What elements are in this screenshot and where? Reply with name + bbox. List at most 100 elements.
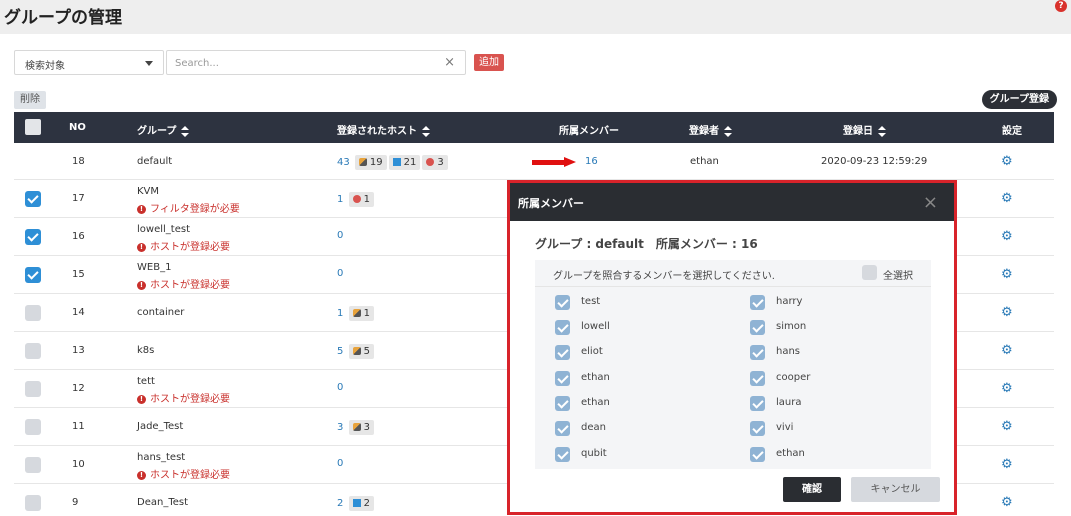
- row-host-count[interactable]: 2: [337, 498, 343, 509]
- row-host-count[interactable]: 3: [337, 422, 343, 433]
- row-group-name: Dean_Test: [137, 497, 189, 508]
- os-badge-count: 2: [363, 498, 370, 509]
- member-checkbox[interactable]: [750, 320, 765, 335]
- row-hosts: 1 1: [337, 192, 374, 207]
- add-button[interactable]: 追加: [474, 54, 504, 71]
- member-checkbox[interactable]: [750, 295, 765, 310]
- member-checkbox[interactable]: [750, 421, 765, 436]
- row-no: 18: [72, 156, 85, 167]
- member-name: eliot: [581, 346, 603, 357]
- member-checkbox[interactable]: [555, 320, 570, 335]
- member-checkbox[interactable]: [555, 421, 570, 436]
- row-checkbox[interactable]: [25, 267, 41, 283]
- close-icon[interactable]: ×: [923, 192, 938, 213]
- row-group-name: default: [137, 156, 173, 167]
- search-target-label: 検索対象: [25, 61, 65, 72]
- help-icon[interactable]: ?: [1055, 0, 1067, 12]
- row-checkbox[interactable]: [25, 191, 41, 207]
- row-checkbox[interactable]: [25, 305, 41, 321]
- gear-icon[interactable]: ⚙: [1001, 419, 1013, 434]
- row-warning-text: ホストが登録必要: [150, 280, 230, 291]
- col-group-label: グループ: [137, 126, 177, 137]
- gear-icon[interactable]: ⚙: [1001, 267, 1013, 282]
- member-checkbox[interactable]: [750, 396, 765, 411]
- members-modal: 所属メンバー × グループ : default 所属メンバー : 16 グループ…: [507, 180, 957, 515]
- register-group-button[interactable]: グループ登録: [981, 90, 1057, 109]
- sort-icon[interactable]: [181, 125, 190, 137]
- gear-icon[interactable]: ⚙: [1001, 343, 1013, 358]
- gear-icon[interactable]: ⚙: [1001, 495, 1013, 510]
- select-all-label: 全選択: [883, 271, 913, 282]
- select-all-members-checkbox[interactable]: [862, 265, 877, 280]
- row-host-count[interactable]: 0: [337, 268, 343, 279]
- col-date[interactable]: 登録日: [843, 122, 886, 137]
- row-host-count[interactable]: 1: [337, 308, 343, 319]
- select-all-checkbox[interactable]: [25, 119, 41, 135]
- os-badge: 1: [348, 192, 374, 207]
- col-registrant[interactable]: 登録者: [689, 122, 732, 137]
- search-target-select[interactable]: 検索対象: [14, 50, 164, 75]
- row-hosts: 5 5: [337, 344, 374, 359]
- error-icon: [426, 158, 435, 166]
- row-group-name: hans_test: [137, 452, 186, 463]
- confirm-button[interactable]: 確認: [783, 477, 841, 502]
- windows-icon: [352, 499, 361, 507]
- member-name: simon: [776, 321, 807, 332]
- member-name: vivi: [776, 422, 794, 433]
- gear-icon[interactable]: ⚙: [1001, 229, 1013, 244]
- member-checkbox[interactable]: [555, 396, 570, 411]
- member-list-instruction: グループを照合するメンバーを選択してください.: [553, 271, 775, 282]
- member-checkbox[interactable]: [750, 345, 765, 360]
- row-no: 10: [72, 459, 85, 470]
- clear-icon[interactable]: ×: [444, 55, 455, 70]
- member-name: harry: [776, 296, 803, 307]
- delete-button[interactable]: 削除: [14, 91, 46, 109]
- member-checkbox[interactable]: [750, 447, 765, 462]
- row-checkbox[interactable]: [25, 381, 41, 397]
- member-checkbox[interactable]: [750, 371, 765, 386]
- row-host-count[interactable]: 1: [337, 194, 343, 205]
- member-checkbox[interactable]: [555, 447, 570, 462]
- gear-icon[interactable]: ⚙: [1001, 191, 1013, 206]
- cancel-button[interactable]: キャンセル: [851, 477, 940, 502]
- row-group-name: Jade_Test: [137, 421, 184, 432]
- col-group[interactable]: グループ: [137, 122, 190, 137]
- row-members-link[interactable]: 16: [585, 156, 598, 167]
- row-checkbox[interactable]: [25, 495, 41, 511]
- sort-icon[interactable]: [422, 125, 430, 137]
- member-name: dean: [581, 422, 606, 433]
- row-no: 9: [72, 497, 79, 508]
- row-warning: ! ホストが登録必要: [137, 390, 230, 405]
- member-checkbox[interactable]: [555, 371, 570, 386]
- search-input[interactable]: [175, 56, 435, 70]
- os-badge: 21: [388, 155, 421, 170]
- row-host-count[interactable]: 0: [337, 458, 343, 469]
- os-badge-count: 19: [369, 157, 383, 168]
- col-no: NO: [69, 122, 86, 133]
- row-no: 12: [72, 383, 85, 394]
- modal-header: 所属メンバー ×: [510, 183, 954, 221]
- gear-icon[interactable]: ⚙: [1001, 154, 1013, 169]
- member-checkbox[interactable]: [555, 295, 570, 310]
- chevron-down-icon: [145, 61, 153, 66]
- row-checkbox[interactable]: [25, 419, 41, 435]
- member-name: hans: [776, 346, 801, 357]
- row-hosts: 3 3: [337, 420, 374, 435]
- gear-icon[interactable]: ⚙: [1001, 457, 1013, 472]
- member-checkbox[interactable]: [555, 345, 570, 360]
- col-hosts[interactable]: 登録されたホスト: [337, 122, 430, 137]
- row-host-count[interactable]: 0: [337, 382, 343, 393]
- row-host-count[interactable]: 5: [337, 346, 343, 357]
- sort-icon[interactable]: [724, 125, 732, 137]
- gear-icon[interactable]: ⚙: [1001, 305, 1013, 320]
- row-host-count[interactable]: 0: [337, 230, 343, 241]
- sort-icon[interactable]: [878, 125, 886, 137]
- row-checkbox[interactable]: [25, 457, 41, 473]
- row-checkbox[interactable]: [25, 229, 41, 245]
- row-host-count[interactable]: 43: [337, 157, 350, 168]
- row-checkbox[interactable]: [25, 343, 41, 359]
- linux-icon: [358, 158, 367, 166]
- col-date-label: 登録日: [843, 126, 873, 137]
- gear-icon[interactable]: ⚙: [1001, 381, 1013, 396]
- row-no: 11: [72, 421, 85, 432]
